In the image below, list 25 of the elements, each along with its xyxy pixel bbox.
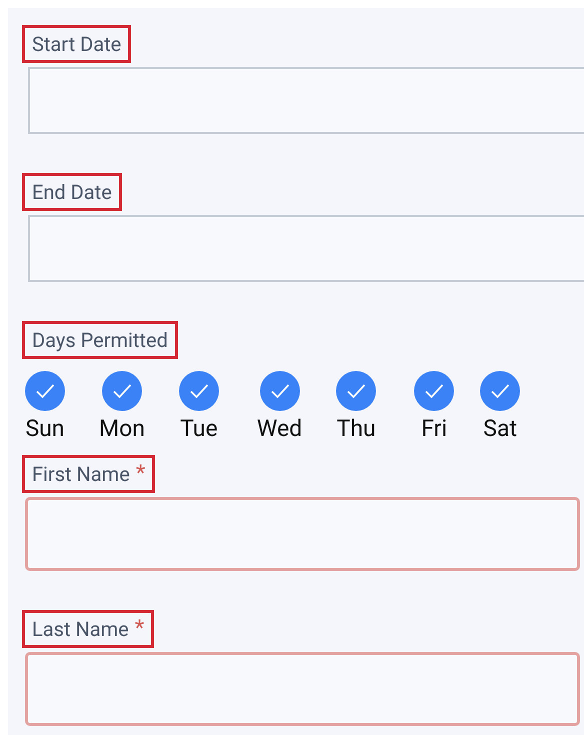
day-label: Tue [180,415,218,443]
field-label: Days Permitted [32,328,168,352]
input-field[interactable] [25,652,580,726]
checked-circle-icon[interactable] [480,371,520,411]
day-label: Sun [25,415,65,443]
day-label: Wed [256,415,302,443]
day-label: Sat [483,415,517,443]
field-label: Start Date [32,32,122,56]
checked-circle-icon[interactable] [102,371,142,411]
required-mark: * [136,464,146,484]
field-label: First Name [32,462,130,486]
day-label: Thu [336,415,376,443]
checked-circle-icon[interactable] [178,371,219,411]
field-label: Last Name [32,617,129,641]
checked-circle-icon[interactable] [260,371,300,411]
checked-circle-icon[interactable] [414,371,454,411]
input-field[interactable] [28,215,584,282]
day-label: Fri [421,415,448,443]
field-label: End Date [32,180,112,204]
input-field[interactable] [25,497,580,571]
checked-circle-icon[interactable] [25,371,65,411]
required-mark: * [134,619,144,639]
day-label: Mon [99,415,145,443]
checked-circle-icon[interactable] [336,371,376,411]
input-field[interactable] [28,67,584,134]
